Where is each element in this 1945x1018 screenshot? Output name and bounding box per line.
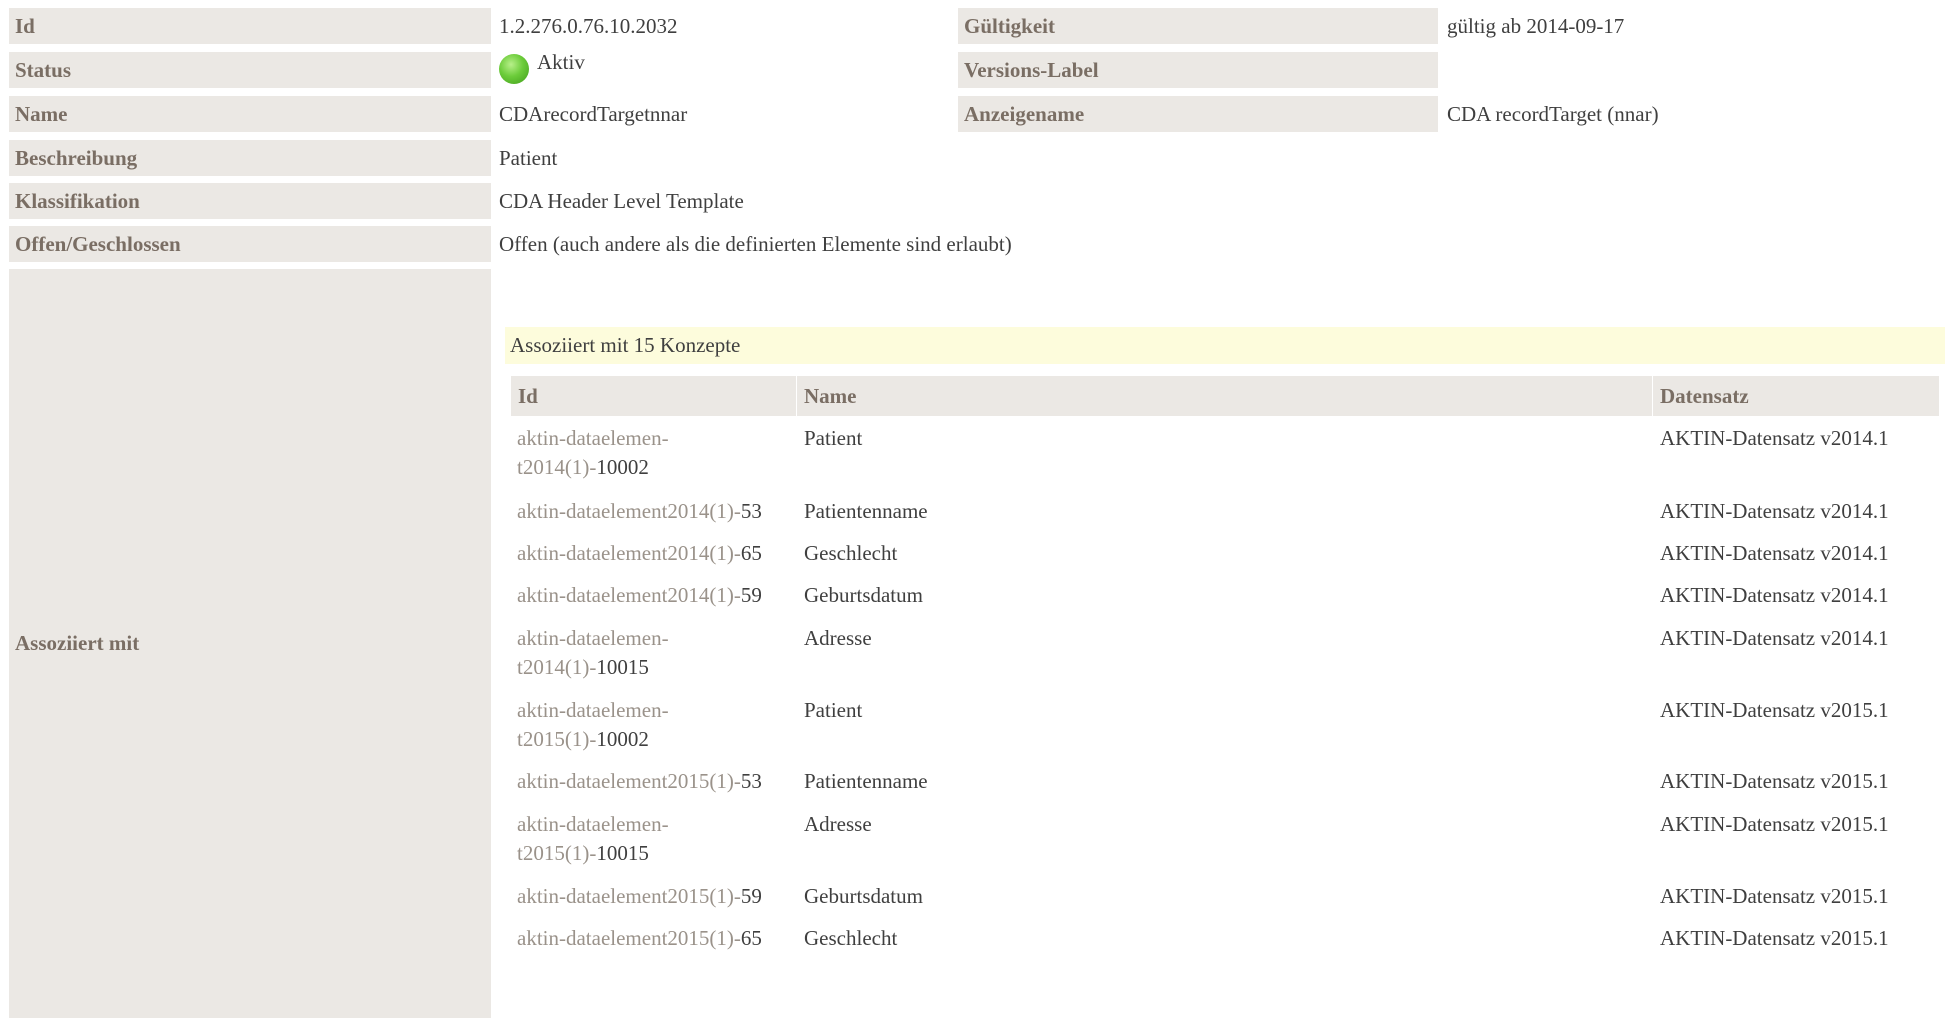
concept-id[interactable]: aktin-dataelement2014(1)-53 — [517, 497, 787, 526]
label-klassifikation: Klassifikation — [9, 183, 491, 219]
label-gueltigkeit: Gültigkeit — [958, 8, 1438, 44]
concept-dataset: AKTIN-Datensatz v2014.1 — [1660, 626, 1889, 650]
concept-id-line1: aktin-dataelemen- — [517, 698, 669, 722]
label-offen: Offen/Geschlossen — [9, 226, 491, 262]
concept-id-number: 53 — [740, 499, 762, 523]
concept-id[interactable]: aktin-dataelemen-t2014(1)-10015 — [517, 624, 787, 682]
concept-id-prefix: aktin-dataelement2014(1)- — [517, 583, 741, 607]
concept-id-line1: aktin-dataelemen- — [517, 812, 669, 836]
concept-id-prefix: t2015(1)- — [517, 727, 597, 751]
concept-name: Patientenname — [804, 769, 928, 793]
label-name: Name — [9, 96, 491, 132]
value-name: CDArecordTargetnnar — [499, 101, 688, 126]
concept-id[interactable]: aktin-dataelemen-t2015(1)-10015 — [517, 810, 787, 868]
concept-id-line1: aktin-dataelemen- — [517, 626, 669, 650]
concept-id-line1: aktin-dataelemen- — [517, 426, 669, 450]
concept-id[interactable]: aktin-dataelemen-t2014(1)-10002 — [517, 424, 787, 482]
concept-id-number: 59 — [740, 583, 762, 607]
concept-id-number: 65 — [740, 926, 762, 950]
concept-name: Adresse — [804, 812, 872, 836]
column-header-id: Id — [511, 376, 796, 416]
concept-id[interactable]: aktin-dataelement2014(1)-59 — [517, 581, 787, 610]
concept-id-number: 65 — [740, 541, 762, 565]
concept-name: Patientenname — [804, 499, 928, 523]
label-status: Status — [9, 52, 491, 88]
concept-dataset: AKTIN-Datensatz v2014.1 — [1660, 426, 1889, 450]
status-active-icon — [499, 54, 529, 84]
concept-id-number: 10015 — [596, 841, 649, 865]
value-offen: Offen (auch andere als die definierten E… — [499, 231, 1012, 256]
concept-id[interactable]: aktin-dataelement2015(1)-59 — [517, 882, 787, 911]
status-text: Aktiv — [537, 50, 585, 74]
concept-id[interactable]: aktin-dataelement2014(1)-65 — [517, 539, 787, 568]
label-beschreibung: Beschreibung — [9, 140, 491, 176]
concept-id-prefix: aktin-dataelement2015(1)- — [517, 769, 741, 793]
concept-id-number: 10002 — [596, 727, 649, 751]
label-versions: Versions-Label — [958, 52, 1438, 88]
concept-name: Geschlecht — [804, 541, 898, 565]
status-value: Aktiv — [499, 50, 585, 86]
column-header-name: Name — [797, 376, 1652, 416]
value-klassifikation: CDA Header Level Template — [499, 188, 744, 213]
concept-name: Geburtsdatum — [804, 583, 923, 607]
concept-id-prefix: aktin-dataelement2014(1)- — [517, 499, 741, 523]
label-assoziiert: Assoziiert mit — [9, 269, 491, 1018]
concept-dataset: AKTIN-Datensatz v2014.1 — [1660, 583, 1889, 607]
concept-id-prefix: t2015(1)- — [517, 841, 597, 865]
column-header-dataset: Datensatz — [1653, 376, 1939, 416]
concept-id[interactable]: aktin-dataelemen-t2015(1)-10002 — [517, 696, 787, 754]
concept-name: Patient — [804, 426, 863, 450]
concept-dataset: AKTIN-Datensatz v2015.1 — [1660, 884, 1889, 908]
concept-id-prefix: aktin-dataelement2014(1)- — [517, 541, 741, 565]
concept-id[interactable]: aktin-dataelement2015(1)-65 — [517, 924, 787, 953]
concept-name: Geburtsdatum — [804, 884, 923, 908]
concept-name: Geschlecht — [804, 926, 898, 950]
concept-id-number: 10002 — [596, 455, 649, 479]
value-anzeigename: CDA recordTarget (nnar) — [1447, 101, 1659, 126]
concept-dataset: AKTIN-Datensatz v2014.1 — [1660, 499, 1889, 523]
concept-id-prefix: aktin-dataelement2015(1)- — [517, 884, 741, 908]
concept-dataset: AKTIN-Datensatz v2015.1 — [1660, 769, 1889, 793]
value-id: 1.2.276.0.76.10.2032 — [499, 13, 678, 38]
concept-dataset: AKTIN-Datensatz v2014.1 — [1660, 541, 1889, 565]
concept-name: Patient — [804, 698, 863, 722]
value-beschreibung: Patient — [499, 145, 558, 170]
concept-id-number: 10015 — [596, 655, 649, 679]
concept-id[interactable]: aktin-dataelement2015(1)-53 — [517, 767, 787, 796]
concept-dataset: AKTIN-Datensatz v2015.1 — [1660, 926, 1889, 950]
label-anzeigename: Anzeigename — [958, 96, 1438, 132]
label-id: Id — [9, 8, 491, 44]
concept-id-prefix: t2014(1)- — [517, 455, 597, 479]
concept-id-prefix: aktin-dataelement2015(1)- — [517, 926, 741, 950]
concept-dataset: AKTIN-Datensatz v2015.1 — [1660, 698, 1889, 722]
associations-banner: Assoziiert mit 15 Konzepte — [505, 327, 1945, 364]
concept-id-number: 53 — [740, 769, 762, 793]
concept-id-prefix: t2014(1)- — [517, 655, 597, 679]
concept-id-number: 59 — [740, 884, 762, 908]
concept-dataset: AKTIN-Datensatz v2015.1 — [1660, 812, 1889, 836]
value-gueltigkeit: gültig ab 2014-09-17 — [1447, 13, 1625, 38]
concept-name: Adresse — [804, 626, 872, 650]
